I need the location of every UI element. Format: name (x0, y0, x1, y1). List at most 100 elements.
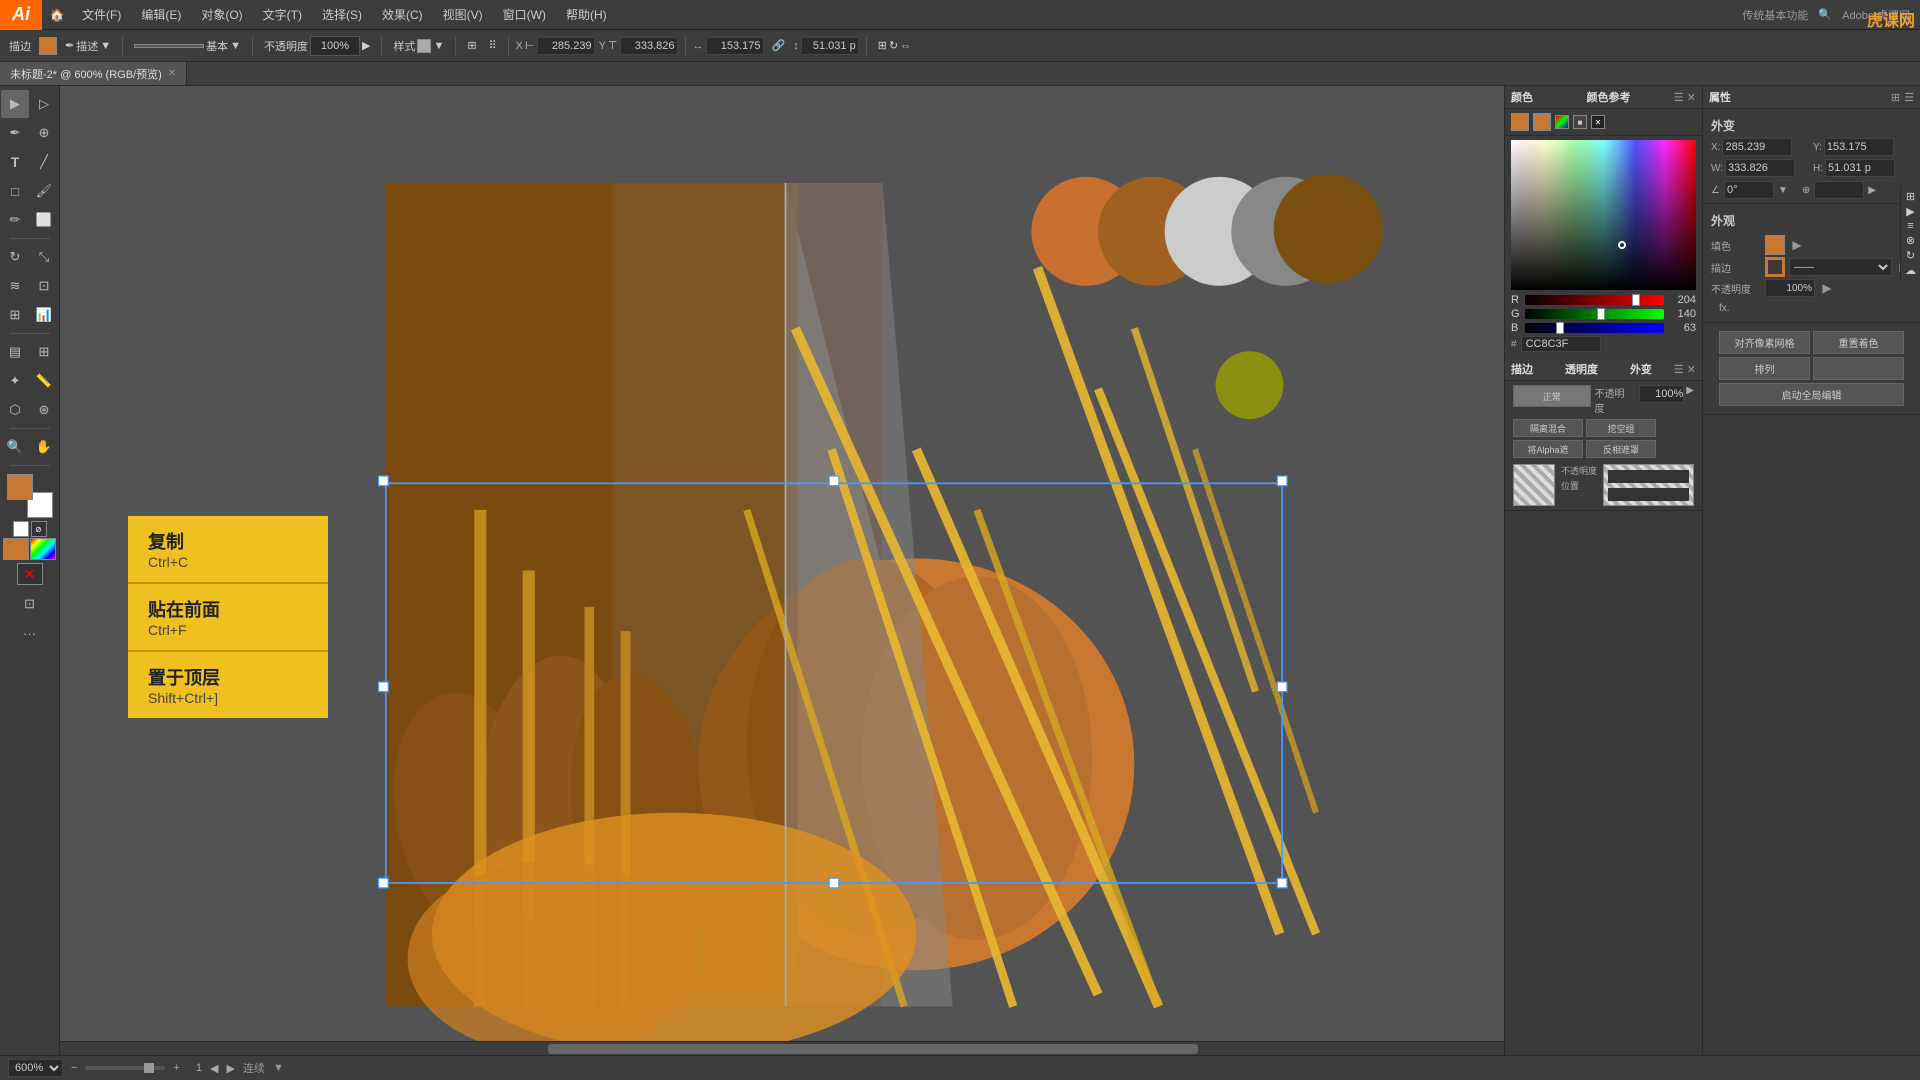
mask-thumbnail[interactable] (1513, 464, 1555, 506)
shear-input[interactable] (1814, 181, 1864, 199)
opacity-val-ap[interactable] (1765, 279, 1815, 297)
zoom-slider-thumb[interactable] (144, 1063, 154, 1073)
align-icon-strip[interactable]: ≡ (1907, 220, 1913, 232)
spectrum-mode-icon[interactable] (1555, 115, 1569, 129)
ty-input[interactable] (1824, 138, 1894, 156)
fill-swatch[interactable] (39, 37, 57, 55)
copy-menu-item[interactable]: 复制 Ctrl+C (128, 516, 328, 584)
draw-mode-dropdown-icon[interactable]: ▼ (100, 40, 111, 52)
props-grid-icon[interactable]: ⊞ (1891, 91, 1900, 104)
link-icon[interactable]: 🔗 (768, 37, 790, 54)
trans-type-normal[interactable]: 正常 (1513, 385, 1591, 407)
chart-icon-btn[interactable]: ⊞ (463, 37, 480, 54)
paste-front-menu-item[interactable]: 贴在前面 Ctrl+F (128, 584, 328, 652)
w-value[interactable]: 153.175 (706, 37, 764, 55)
menu-select[interactable]: 选择(S) (312, 0, 372, 29)
shapebuilder-tool[interactable]: ⊞ (1, 301, 29, 329)
stroke-dropdown-icon[interactable]: ▼ (230, 40, 241, 52)
tx-input[interactable] (1722, 138, 1792, 156)
rect-tool[interactable]: □ (1, 177, 29, 205)
paintbrush-tool[interactable]: 🖌 (30, 177, 58, 205)
trans-alpha-btn[interactable]: 将Alpha遮 (1513, 440, 1583, 458)
trans-panel-menu-icon[interactable]: ☰ (1674, 363, 1684, 376)
menu-file[interactable]: 文件(F) (72, 0, 131, 29)
h-scroll-thumb[interactable] (548, 1044, 1198, 1054)
menu-window[interactable]: 窗口(W) (493, 0, 556, 29)
trans-invert-btn[interactable]: 反相遮罩 (1586, 440, 1656, 458)
stroke-preview-swatch[interactable] (1533, 113, 1551, 131)
slider-r[interactable] (1525, 295, 1664, 305)
menu-effect[interactable]: 效果(C) (372, 0, 433, 29)
fill-preview-swatch[interactable] (1511, 113, 1529, 131)
free-transform-tool[interactable]: ⊡ (30, 272, 58, 300)
grid-icon-btn[interactable]: ⠿ (485, 37, 501, 54)
x-value[interactable]: 285.239 (537, 37, 595, 55)
eyedropper-tool[interactable]: ✦ (1, 367, 29, 395)
th-input[interactable] (1825, 159, 1895, 177)
color-mode-btn[interactable] (3, 538, 29, 560)
rotate-tool[interactable]: ↻ (1, 243, 29, 271)
none-mode-btn[interactable]: ✕ (17, 563, 43, 585)
mesh-tool[interactable]: ⊞ (30, 338, 58, 366)
graph-tool[interactable]: 📊 (30, 301, 58, 329)
props-menu-icon[interactable]: ☰ (1904, 91, 1914, 104)
home-button[interactable]: 🏠 (42, 0, 72, 30)
gradient-tool[interactable]: ▤ (1, 338, 29, 366)
bring-top-menu-item[interactable]: 置于顶层 Shift+Ctrl+] (128, 652, 328, 718)
h-value[interactable]: 51.031 p (801, 37, 859, 55)
rotate-icon[interactable]: ↻ (889, 39, 898, 52)
slider-b-thumb[interactable] (1556, 322, 1564, 334)
angle-dropdown-icon[interactable]: ▼ (1778, 185, 1788, 196)
fill-swatch-ap[interactable] (1765, 235, 1785, 255)
menu-view[interactable]: 视图(V) (433, 0, 493, 29)
opacity-expand-icon[interactable]: ▶ (362, 39, 370, 52)
swap-colors-btn[interactable] (13, 521, 29, 537)
slider-g-thumb[interactable] (1597, 308, 1605, 320)
draw-mode-btn[interactable]: ✒ 描述 ▼ (61, 36, 115, 56)
fill-color-swatch[interactable] (7, 474, 33, 500)
tw-input[interactable] (1725, 159, 1795, 177)
measure-tool[interactable]: 📏 (30, 367, 58, 395)
y-value[interactable]: 333.826 (620, 37, 678, 55)
trans-panel-close-icon[interactable]: ✕ (1687, 363, 1696, 376)
page-nav-right[interactable]: ▶ (226, 1062, 234, 1075)
warp-tool[interactable]: ≋ (1, 272, 29, 300)
pathfinder-icon[interactable]: ⊗ (1906, 234, 1915, 247)
trans-isolate-btn[interactable]: 隔离混合 (1513, 419, 1583, 437)
symbol-tool[interactable]: ⊛ (30, 396, 58, 424)
style-dropdown-icon[interactable]: ▼ (433, 40, 444, 52)
sort-btn[interactable] (1813, 357, 1904, 380)
slider-g[interactable] (1525, 309, 1664, 319)
opacity-expand-icon-ap[interactable]: ▶ (1819, 280, 1835, 296)
menu-type[interactable]: 文字(T) (253, 0, 312, 29)
trans-knockout-btn[interactable]: 挖空组 (1586, 419, 1656, 437)
pencil-tool[interactable]: ✏ (1, 206, 29, 234)
menu-help[interactable]: 帮助(H) (556, 0, 617, 29)
transform-icon-strip[interactable]: ↻ (1906, 249, 1915, 262)
mirror-icon[interactable]: ⇔ (900, 40, 911, 52)
artboard-tool[interactable]: ⊡ (16, 590, 44, 618)
menu-edit[interactable]: 编辑(E) (131, 0, 191, 29)
menu-object[interactable]: 对象(O) (191, 0, 252, 29)
align-icon[interactable]: ⊞ (878, 39, 887, 52)
zoom-select[interactable]: 600% (8, 1059, 63, 1077)
type-tool[interactable]: T (1, 148, 29, 176)
hand-tool[interactable]: ✋ (30, 433, 58, 461)
direct-select-tool[interactable]: ▷ (30, 90, 58, 118)
zoom-slider-area[interactable] (85, 1066, 165, 1070)
select-tool[interactable]: ▶ (1, 90, 29, 118)
actions-icon[interactable]: ▶ (1906, 205, 1914, 218)
align-grid-btn[interactable]: 排列 (1719, 357, 1810, 380)
tab-close-btn[interactable]: ✕ (168, 68, 176, 79)
fill-arrow-icon[interactable]: ▶ (1789, 237, 1805, 253)
slider-b[interactable] (1525, 323, 1664, 333)
zoom-in-btn[interactable]: + (173, 1062, 179, 1074)
document-tab-0[interactable]: 未标题-2* @ 600% (RGB/预览) ✕ (0, 62, 187, 85)
eraser-tool[interactable]: ⬜ (30, 206, 58, 234)
stroke-type-select[interactable]: —— (1789, 258, 1892, 276)
none-mode-icon[interactable]: ✕ (1591, 115, 1605, 129)
page-nav-left[interactable]: ◀ (210, 1062, 218, 1075)
shear-more-icon[interactable]: ▶ (1868, 185, 1876, 196)
none-color-btn[interactable]: ⊘ (31, 521, 47, 537)
color-spectrum[interactable] (1511, 140, 1696, 290)
